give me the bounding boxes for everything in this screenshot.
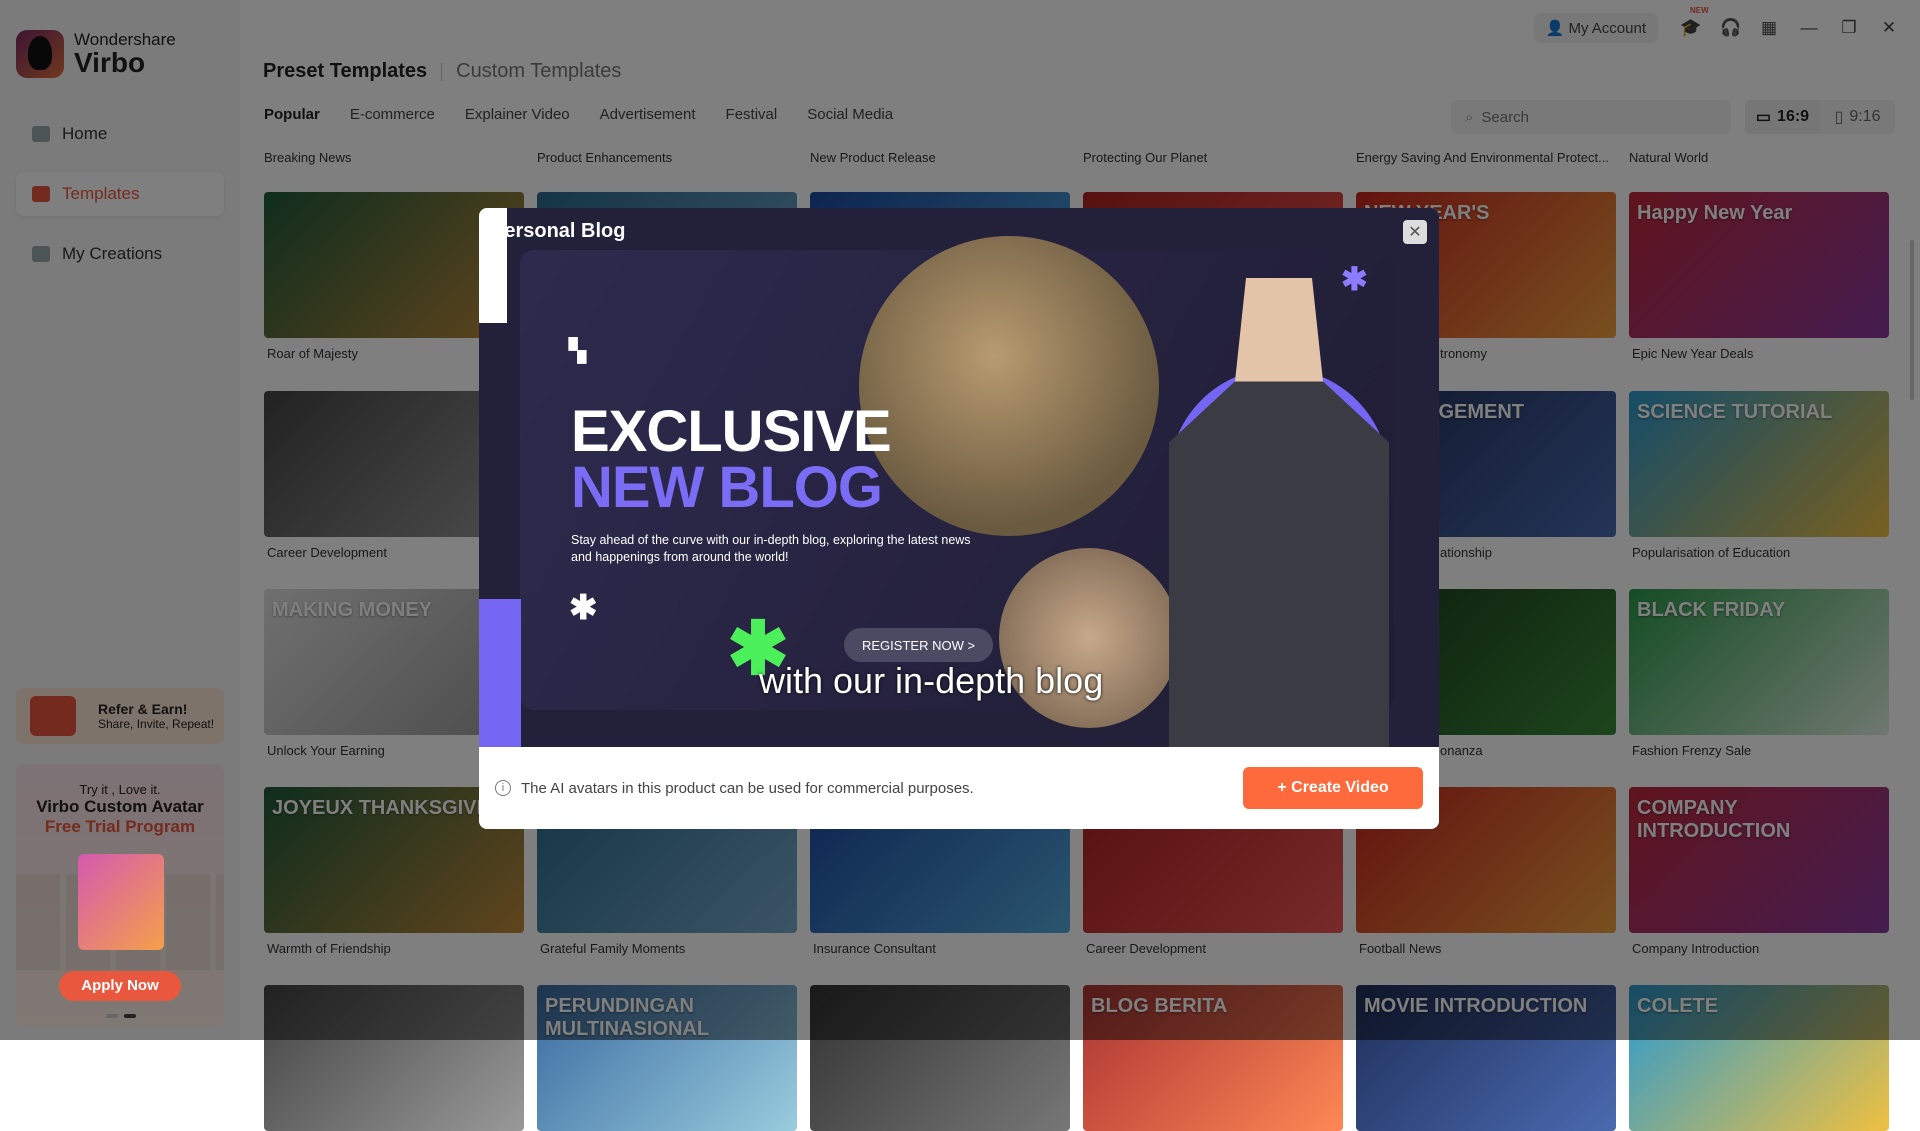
modal-title: Personal Blog [491,220,626,242]
info-icon: i [495,780,511,796]
photo-circle-large [859,236,1159,536]
video-subtitle: with our in-depth blog [759,660,1104,701]
modal-footer: i The AI avatars in this product can be … [479,747,1439,829]
template-preview-modal: Personal Blog ✕ EXCLUSIVE NEW BLOG Stay a… [479,208,1439,829]
commercial-notice: The AI avatars in this product can be us… [521,779,974,797]
headline: EXCLUSIVE NEW BLOG [571,399,892,520]
checker-icon: ▚ [569,338,586,363]
register-now-button: REGISTER NOW > [844,628,994,662]
deco-purple-bar [479,599,521,747]
video-preview[interactable]: Personal Blog ✕ EXCLUSIVE NEW BLOG Stay a… [479,208,1439,747]
asterisk-icon: ✱ [569,589,598,627]
headline-1: EXCLUSIVE [571,399,892,464]
purple-asterisk-icon: ✱ [1341,261,1368,297]
description: Stay ahead of the curve with our in-dept… [571,533,971,564]
create-video-button[interactable]: + Create Video [1243,767,1423,809]
apply-now-button[interactable]: Apply Now [59,971,181,1001]
avatar-image [78,854,164,950]
close-modal-button[interactable]: ✕ [1403,220,1427,244]
headline-2: NEW BLOG [571,455,883,520]
